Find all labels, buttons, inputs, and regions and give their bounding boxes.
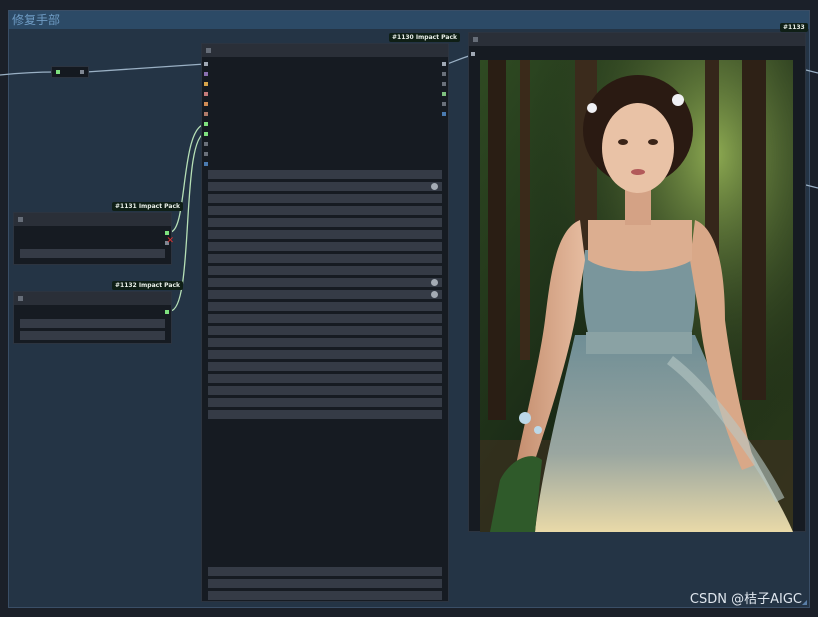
node-1132-header[interactable] bbox=[14, 292, 171, 305]
output-slot[interactable] bbox=[442, 82, 446, 86]
input-slot[interactable] bbox=[204, 162, 208, 166]
widget-row[interactable] bbox=[208, 194, 442, 203]
widget-row[interactable] bbox=[208, 579, 442, 588]
output-slot[interactable] bbox=[442, 92, 446, 96]
widget-row[interactable] bbox=[20, 249, 165, 258]
input-slot[interactable] bbox=[204, 62, 208, 66]
node-1131-collapse-toggle[interactable] bbox=[18, 217, 23, 222]
input-slot-images[interactable] bbox=[471, 52, 475, 56]
widget-row[interactable] bbox=[208, 278, 442, 287]
node-1132[interactable] bbox=[13, 291, 172, 344]
node-1133-badge: #1133 bbox=[780, 23, 808, 32]
input-slot-sam-model[interactable] bbox=[204, 132, 208, 136]
toggle-switch[interactable] bbox=[431, 183, 438, 190]
node-1131-header[interactable] bbox=[14, 213, 171, 226]
toggle-switch[interactable] bbox=[431, 291, 438, 298]
widget-row[interactable] bbox=[208, 398, 442, 407]
widget-row[interactable] bbox=[20, 331, 165, 340]
output-slot[interactable] bbox=[442, 112, 446, 116]
input-slot[interactable] bbox=[204, 112, 208, 116]
node-1131[interactable]: ✕ bbox=[13, 212, 174, 265]
node-1130-collapse-toggle[interactable] bbox=[206, 48, 211, 53]
widget-row[interactable] bbox=[208, 350, 442, 359]
preview-image bbox=[480, 60, 793, 532]
node-1133-collapse-toggle[interactable] bbox=[473, 37, 478, 42]
widget-row[interactable] bbox=[208, 302, 442, 311]
watermark: CSDN @桔子AIGC bbox=[689, 592, 802, 607]
node-1130-badge: #1130 Impact Pack bbox=[389, 33, 460, 42]
widget-row[interactable] bbox=[208, 170, 442, 179]
output-slot[interactable] bbox=[442, 102, 446, 106]
node-1130[interactable] bbox=[201, 43, 449, 602]
output-slot[interactable] bbox=[442, 72, 446, 76]
input-slot[interactable] bbox=[204, 142, 208, 146]
node-1132-badge: #1132 Impact Pack bbox=[112, 281, 183, 290]
reroute-node[interactable] bbox=[51, 66, 89, 78]
widget-row[interactable] bbox=[208, 266, 442, 275]
widget-row[interactable] bbox=[208, 230, 442, 239]
node-1132-collapse-toggle[interactable] bbox=[18, 296, 23, 301]
input-slot[interactable] bbox=[204, 102, 208, 106]
toggle-switch[interactable] bbox=[431, 279, 438, 286]
input-slot[interactable] bbox=[204, 92, 208, 96]
widget-row[interactable] bbox=[208, 290, 442, 299]
widget-row[interactable] bbox=[20, 319, 165, 328]
widget-row[interactable] bbox=[208, 362, 442, 371]
widget-row[interactable] bbox=[208, 374, 442, 383]
node-1130-header[interactable] bbox=[202, 44, 448, 57]
output-slot[interactable] bbox=[165, 231, 169, 235]
widget-row[interactable] bbox=[208, 338, 442, 347]
widget-row[interactable] bbox=[208, 218, 442, 227]
node-1131-badge: #1131 Impact Pack bbox=[112, 202, 183, 211]
widget-row[interactable] bbox=[208, 326, 442, 335]
widget-row[interactable] bbox=[208, 206, 442, 215]
widget-row[interactable] bbox=[208, 567, 442, 576]
link-reroute-main bbox=[85, 63, 206, 73]
input-slot-bbox-detector[interactable] bbox=[204, 122, 208, 126]
input-slot[interactable] bbox=[204, 152, 208, 156]
widget-row[interactable] bbox=[208, 242, 442, 251]
output-slot[interactable] bbox=[442, 62, 446, 66]
widget-row[interactable] bbox=[208, 182, 442, 191]
reroute-input-slot[interactable] bbox=[56, 70, 60, 74]
preview-image-illustration bbox=[480, 60, 793, 532]
link-right-out-2 bbox=[805, 184, 818, 189]
link-left-in bbox=[0, 71, 57, 76]
output-slot[interactable] bbox=[165, 310, 169, 314]
node-1133-header[interactable] bbox=[469, 33, 805, 46]
link-right-out-1 bbox=[805, 69, 818, 74]
input-slot[interactable] bbox=[204, 72, 208, 76]
widget-row[interactable] bbox=[208, 410, 442, 419]
input-slot[interactable] bbox=[204, 82, 208, 86]
widget-row[interactable] bbox=[208, 254, 442, 263]
widget-row[interactable] bbox=[208, 314, 442, 323]
disconnected-x-icon: ✕ bbox=[166, 236, 174, 246]
widget-row[interactable] bbox=[208, 591, 442, 600]
widget-row[interactable] bbox=[208, 386, 442, 395]
reroute-output-slot[interactable] bbox=[80, 70, 84, 74]
